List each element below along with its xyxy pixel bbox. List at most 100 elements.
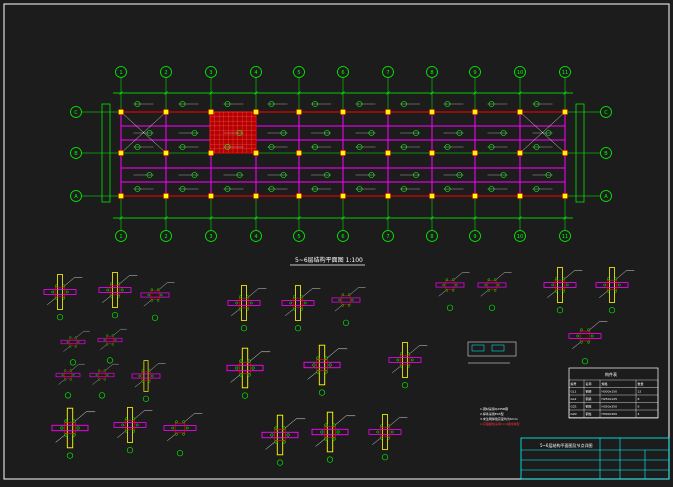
- beam-section: [55, 372, 81, 378]
- beam-section: [568, 333, 602, 339]
- node-detail: [51, 407, 96, 449]
- column-marker: [562, 150, 568, 156]
- axis-label: 8: [430, 70, 433, 76]
- leader: [250, 351, 262, 361]
- axis-label: A: [604, 194, 608, 200]
- cad-drawing[interactable]: 11223344556677889910101111C CB BA A 5~6层结构平…: [0, 0, 673, 483]
- beam-section: [261, 431, 299, 439]
- bolt: [270, 433, 274, 437]
- node-detail: [163, 413, 203, 441]
- bolt: [555, 277, 558, 281]
- column-section: [66, 407, 74, 449]
- bolt: [274, 426, 278, 430]
- column-marker: [253, 150, 259, 156]
- node-detail: [98, 271, 138, 309]
- bolt: [396, 358, 400, 362]
- bolt: [114, 338, 117, 342]
- table-cell: H250x125: [602, 397, 618, 401]
- column-marker: [340, 193, 346, 199]
- bolt: [141, 369, 145, 372]
- column-marker: [517, 193, 523, 199]
- table-header: 名称: [586, 381, 592, 386]
- connection-plate: [606, 279, 618, 291]
- axis-label: 7: [386, 70, 389, 76]
- leader: [150, 363, 159, 371]
- column-marker: [385, 150, 391, 156]
- detail-number-bubble: [488, 304, 496, 311]
- note-1: 1.钢材采用Q235B钢: [480, 406, 508, 411]
- bolt: [316, 370, 320, 374]
- column-marker: [340, 109, 346, 115]
- bolt: [603, 283, 607, 287]
- note-2: 2.焊条采用E43型: [480, 411, 504, 416]
- leader: [58, 379, 65, 385]
- column-marker: [385, 109, 391, 115]
- bolt: [328, 363, 332, 367]
- column-marker: [118, 193, 124, 199]
- axis-label: 11: [562, 234, 568, 240]
- bolt: [387, 436, 390, 440]
- table-cell: 8: [638, 397, 640, 401]
- bolt: [150, 288, 154, 291]
- connection-plate: [174, 422, 186, 434]
- node-detail: [227, 284, 267, 322]
- detail-number-bubble: [608, 307, 616, 314]
- bolt: [332, 437, 336, 441]
- bolt: [587, 328, 590, 332]
- bolt: [347, 304, 351, 307]
- axis-label: 3: [209, 234, 212, 240]
- column-section: [402, 341, 408, 379]
- detail-number-bubble: [276, 459, 284, 466]
- node-detail: [97, 329, 127, 350]
- axis-label: C: [74, 110, 78, 116]
- bolt: [106, 288, 110, 292]
- node-detail: [281, 284, 321, 322]
- note-3: 3.未注明焊缝高度均为6mm: [480, 416, 518, 421]
- leader: [55, 435, 65, 443]
- beam-section: [227, 300, 261, 306]
- table-cell: H300x150: [602, 390, 618, 394]
- bolt: [607, 277, 610, 281]
- axis-label: 2: [164, 234, 167, 240]
- beam-section: [89, 372, 115, 378]
- node-details: [43, 266, 635, 466]
- table-cell: GZ1: [571, 405, 577, 409]
- bolt: [69, 378, 72, 381]
- connection-plate: [579, 330, 591, 342]
- detail-number-bubble: [318, 389, 326, 396]
- beam-section: [113, 422, 147, 428]
- bolt: [77, 340, 80, 344]
- cad-viewport[interactable]: 1 1 2 2 3 3 4 4 5 5 6 6 7 7 8 8 9 9 10 10 11 11 C C B B A A 5~6层结构平…: [0, 0, 673, 483]
- bolt: [110, 294, 113, 298]
- bolt: [341, 304, 345, 307]
- column-marker: [163, 193, 169, 199]
- bolt: [98, 369, 101, 372]
- bolt: [117, 282, 120, 286]
- bolt: [587, 340, 590, 344]
- node-detail: [435, 272, 470, 297]
- connection-plate: [274, 429, 286, 441]
- detail-number-bubble: [556, 307, 564, 314]
- axis-label: A: [74, 194, 78, 200]
- bolt: [51, 290, 55, 294]
- bolt: [125, 429, 128, 433]
- bolt: [303, 301, 307, 305]
- detail-number-bubble: [106, 357, 114, 364]
- column-marker: [296, 193, 302, 199]
- floor-plan: 11223344556677889910101111C CB BA A: [70, 66, 612, 242]
- detail-number-bubble: [176, 450, 184, 457]
- title-block-name: 5~6层结构平面图及节点详图: [540, 442, 592, 448]
- leader: [64, 277, 75, 286]
- bolt: [185, 426, 189, 430]
- column-marker: [163, 109, 169, 115]
- leader: [92, 379, 99, 385]
- connection-plate: [554, 279, 566, 291]
- column-section: [295, 284, 301, 322]
- detail-number-bubble: [294, 325, 302, 332]
- detail-number-bubble: [111, 312, 119, 319]
- bolt: [251, 366, 255, 370]
- general-notes: 1.钢材采用Q235B钢 2.焊条采用E43型 3.未注明焊缝高度均为6mm 4…: [480, 406, 520, 426]
- connection-plate: [399, 354, 411, 366]
- table-cell: 钢柱: [586, 404, 592, 409]
- beam-section: [543, 282, 577, 288]
